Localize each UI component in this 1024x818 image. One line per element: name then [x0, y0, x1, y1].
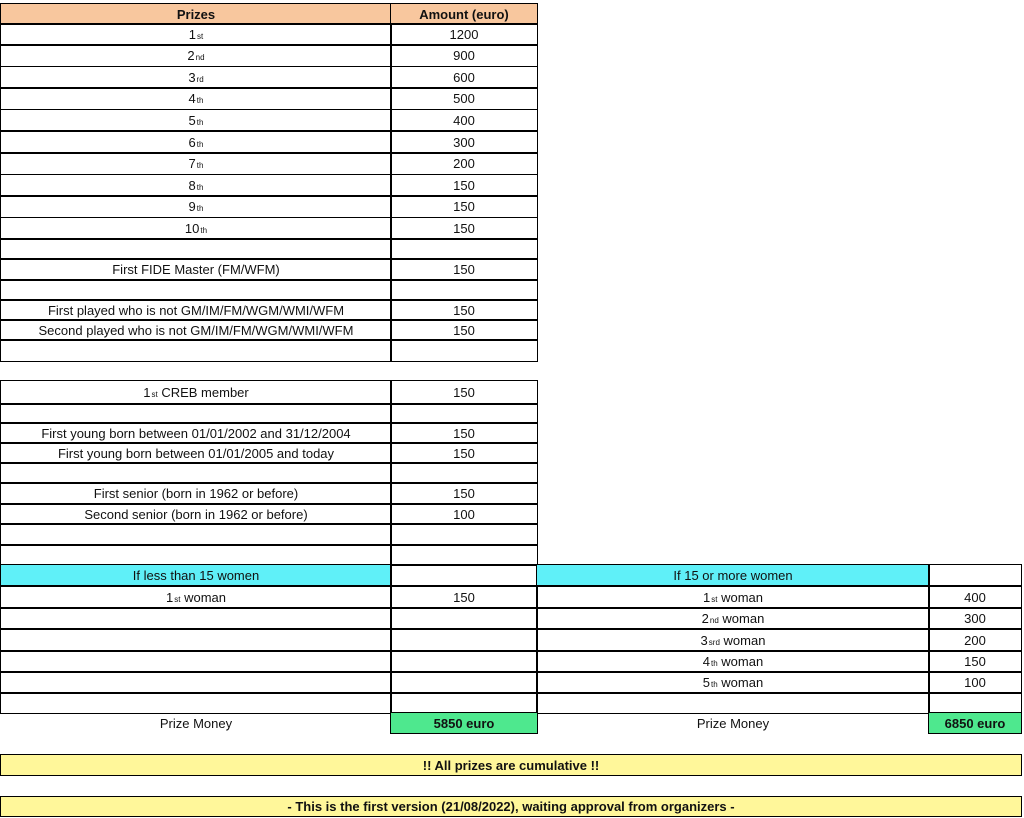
- rank-label: 3rd: [0, 66, 392, 89]
- second-not-titled-amount: 150: [390, 319, 538, 341]
- rank-amount: 1200: [390, 23, 538, 45]
- empty-row: [390, 628, 538, 652]
- woman-less-label: 1st woman: [0, 585, 392, 609]
- women-more-title-amount: [928, 564, 1022, 587]
- rank-label: 6th: [0, 131, 392, 153]
- first-not-titled-amount: 150: [390, 299, 538, 321]
- rank-amount: 600: [390, 66, 538, 89]
- rank-amount: 900: [390, 44, 538, 67]
- senior1-amount: 150: [390, 482, 538, 505]
- rank-amount: 400: [390, 109, 538, 132]
- rank-label: 8th: [0, 174, 392, 197]
- young1-label: First young born between 01/01/2002 and …: [0, 422, 392, 444]
- rank-label: 4th: [0, 87, 392, 110]
- first-not-titled-label: First played who is not GM/IM/FM/WGM/WMI…: [0, 299, 392, 321]
- woman-more-label: 1st woman: [536, 585, 930, 609]
- young2-amount: 150: [390, 442, 538, 464]
- prize-money-total-more: 6850 euro: [928, 712, 1022, 734]
- woman-more-label: 5th woman: [536, 671, 930, 694]
- empty-row: [0, 462, 392, 484]
- cumulative-note: !! All prizes are cumulative !!: [0, 754, 1022, 776]
- women-less-title: If less than 15 women: [0, 564, 392, 587]
- woman-more-amount: 200: [928, 628, 1022, 652]
- rank-amount: 150: [390, 195, 538, 218]
- empty-row: [390, 544, 538, 566]
- version-note: - This is the first version (21/08/2022)…: [0, 796, 1022, 817]
- empty-row: [390, 279, 538, 301]
- woman-less-amount: 150: [390, 585, 538, 609]
- empty-row: [390, 339, 538, 362]
- empty-row: [0, 239, 392, 260]
- young1-amount: 150: [390, 422, 538, 444]
- rank-label: 1st: [0, 23, 392, 45]
- creb-amount: 150: [390, 380, 538, 405]
- rank-amount: 200: [390, 152, 538, 175]
- woman-more-amount: 100: [928, 671, 1022, 694]
- prize-money-label-less: Prize Money: [159, 715, 233, 731]
- empty-row: [390, 462, 538, 484]
- rank-label: 2nd: [0, 44, 392, 67]
- empty-row: [928, 692, 1022, 714]
- rank-amount: 150: [390, 174, 538, 197]
- header-amount: Amount (euro): [390, 3, 538, 25]
- empty-row: [390, 403, 538, 424]
- woman-more-label: 2nd woman: [536, 607, 930, 630]
- empty-row: [0, 523, 392, 546]
- empty-row: [0, 628, 392, 652]
- header-prizes: Prizes: [0, 3, 392, 25]
- empty-row: [536, 692, 930, 714]
- senior1-label: First senior (born in 1962 or before): [0, 482, 392, 505]
- empty-row: [0, 692, 392, 714]
- woman-more-amount: 150: [928, 650, 1022, 673]
- women-less-title-amount: [390, 564, 538, 587]
- woman-more-amount: 300: [928, 607, 1022, 630]
- senior2-label: Second senior (born in 1962 or before): [0, 503, 392, 525]
- rank-label: 7th: [0, 152, 392, 175]
- second-not-titled-label: Second played who is not GM/IM/FM/WGM/WM…: [0, 319, 392, 341]
- women-more-title: If 15 or more women: [536, 564, 930, 587]
- empty-row: [0, 403, 392, 424]
- fm-label: First FIDE Master (FM/WFM): [0, 258, 392, 281]
- prize-money-total-less: 5850 euro: [390, 712, 538, 734]
- empty-row: [0, 607, 392, 630]
- rank-label: 10th: [0, 217, 392, 240]
- rank-amount: 300: [390, 131, 538, 153]
- prize-money-label-more: Prize Money: [696, 715, 770, 731]
- creb-label: 1st CREB member: [0, 380, 392, 405]
- empty-row: [390, 607, 538, 630]
- fm-amount: 150: [390, 258, 538, 281]
- woman-more-amount: 400: [928, 585, 1022, 609]
- young2-label: First young born between 01/01/2005 and …: [0, 442, 392, 464]
- rank-amount: 150: [390, 217, 538, 240]
- empty-row: [0, 279, 392, 301]
- senior2-amount: 100: [390, 503, 538, 525]
- rank-amount: 500: [390, 87, 538, 110]
- empty-row: [390, 239, 538, 260]
- rank-label: 9th: [0, 195, 392, 218]
- empty-row: [390, 692, 538, 714]
- woman-more-label: 3 srd woman: [536, 628, 930, 652]
- rank-label: 5th: [0, 109, 392, 132]
- empty-row: [0, 339, 392, 362]
- empty-row: [0, 671, 392, 694]
- empty-row: [390, 650, 538, 673]
- empty-row: [390, 523, 538, 546]
- woman-more-label: 4th woman: [536, 650, 930, 673]
- empty-row: [390, 671, 538, 694]
- empty-row: [0, 650, 392, 673]
- empty-row: [0, 544, 392, 566]
